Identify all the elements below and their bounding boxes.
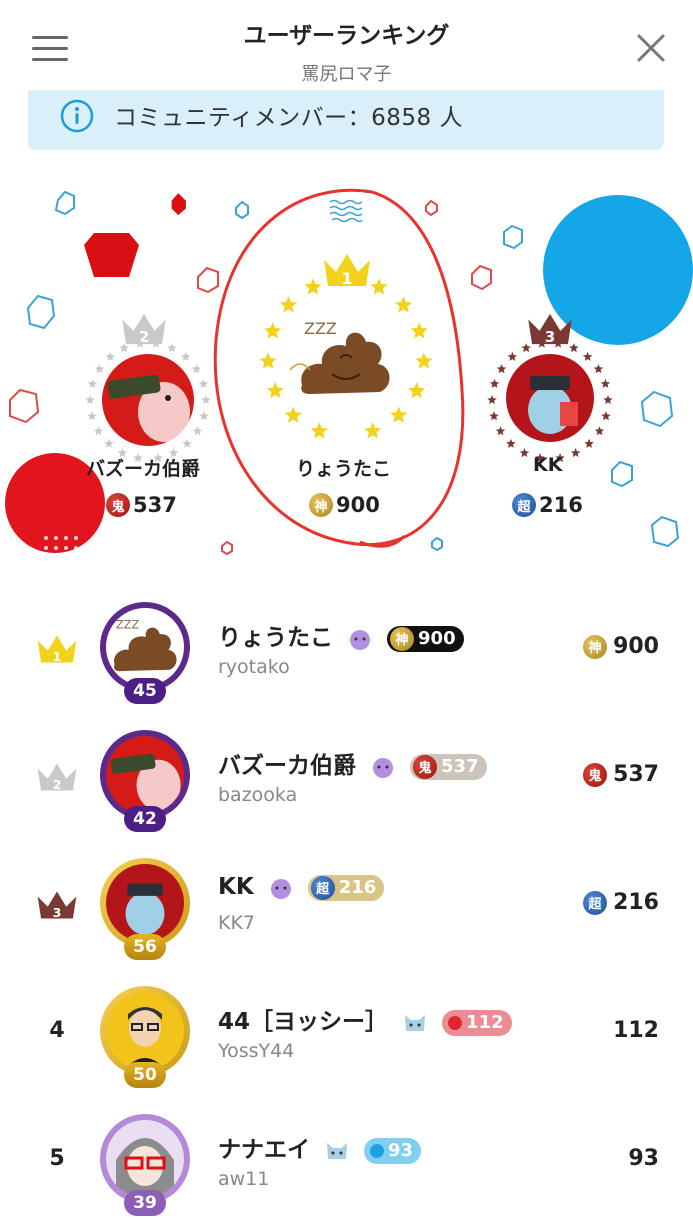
cho-coin-icon: 超 <box>512 493 536 517</box>
user-handle: aw11 <box>218 1168 270 1190</box>
close-icon[interactable] <box>633 30 669 66</box>
level-badge: 56 <box>124 934 166 960</box>
score-badge: 93 <box>364 1137 422 1164</box>
bronze-crown-icon: 3 <box>37 891 77 920</box>
score-badge-value: 93 <box>388 1140 414 1161</box>
podium-first-name: りょうたこ <box>296 458 392 480</box>
oni-coin-icon: 鬼 <box>413 754 438 779</box>
rank-number: 4 <box>49 1018 65 1043</box>
kk-avatar-icon <box>125 883 165 935</box>
gold-crown-icon: 1 <box>37 635 77 664</box>
user-name-row: ナナエイ 93 <box>218 1130 422 1164</box>
score-badge: 鬼 537 <box>410 753 487 780</box>
rank-number: 5 <box>49 1146 65 1171</box>
purple-pet-icon <box>350 629 371 650</box>
podium-third-name: KK <box>533 454 563 476</box>
svg-text:2: 2 <box>53 777 62 792</box>
oni-coin-icon: 鬼 <box>583 762 608 787</box>
silver-crown-icon: 2 <box>37 763 77 792</box>
user-name: KK <box>218 874 254 900</box>
user-handle: YossY44 <box>218 1040 295 1062</box>
podium-first-points: 900 <box>336 493 380 517</box>
user-score-value: 537 <box>613 762 659 787</box>
cat-pet-icon <box>405 1014 426 1031</box>
info-icon <box>60 99 94 133</box>
kami-coin-icon: 神 <box>309 493 333 517</box>
level-badge: 42 <box>124 806 166 832</box>
user-score: 93 <box>628 1146 659 1171</box>
user-name-row: りょうたこ 神 900 <box>218 618 464 652</box>
podium-third-score: 超 216 <box>512 493 583 517</box>
user-score-value: 93 <box>628 1146 659 1171</box>
level-badge: 39 <box>124 1190 166 1216</box>
community-member-count: コミュニティメンバー：6858 人 <box>114 105 463 131</box>
header-bar: ユーザーランキング 罵尻ロマ子 <box>0 0 693 88</box>
svg-text:ZZZ: ZZZ <box>304 319 337 338</box>
oni-coin-icon: 鬼 <box>106 493 130 517</box>
ranking-row-1[interactable]: 1 ZZZ 45 りょうたこ 神 900 ryotako 神 900 <box>0 590 693 718</box>
bazooka-avatar-icon <box>110 753 181 811</box>
ranking-row-2[interactable]: 2 42 バズーカ伯爵 鬼 537 bazooka 鬼 537 <box>0 718 693 846</box>
page-subtitle: 罵尻ロマ子 <box>301 64 392 85</box>
silver-star-wreath <box>85 338 211 463</box>
bronze-star-wreath <box>487 338 613 463</box>
user-score: 神 900 <box>583 634 659 659</box>
podium-second-score: 鬼 537 <box>106 493 177 517</box>
score-badge-value: 216 <box>338 877 377 898</box>
cat-pet-icon <box>327 1142 348 1159</box>
ranking-row-5[interactable]: 5 39 ナナエイ 93 aw11 93 <box>0 1102 693 1230</box>
score-badge-value: 900 <box>418 628 456 649</box>
kami-coin-icon: 神 <box>390 626 415 651</box>
score-badge: 神 900 <box>387 625 464 652</box>
nanaei-avatar-icon <box>116 1138 174 1198</box>
community-members-banner: コミュニティメンバー：6858 人 <box>28 90 664 150</box>
score-badge-value: 537 <box>441 756 479 777</box>
score-badge: 超 216 <box>307 874 385 901</box>
svg-text:ZZZ: ZZZ <box>116 618 140 632</box>
user-score: 超 216 <box>583 890 659 915</box>
user-handle: bazooka <box>218 784 298 806</box>
yossy-avatar-icon <box>124 1007 166 1070</box>
poop-avatar-icon: ZZZ <box>113 618 177 672</box>
podium-second-points: 537 <box>133 493 177 517</box>
ranking-row-4[interactable]: 4 50 44［ヨッシー］ 112 YossY44 112 <box>0 974 693 1102</box>
top-three-podium: 1 ZZZ りょうたこ 神 900 2 バズーカ伯爵 鬼 537 3 KK 超 … <box>0 170 693 580</box>
user-handle: KK7 <box>218 912 256 934</box>
blue-dot-icon <box>370 1143 385 1158</box>
user-score-value: 112 <box>613 1018 659 1043</box>
user-score-value: 900 <box>613 634 659 659</box>
cho-coin-icon: 超 <box>583 890 608 915</box>
user-name-row: 44［ヨッシー］ 112 <box>218 1002 512 1036</box>
svg-text:3: 3 <box>53 905 62 920</box>
score-badge: 112 <box>442 1009 512 1036</box>
level-badge: 45 <box>124 678 166 704</box>
user-name: 44［ヨッシー］ <box>218 1009 389 1035</box>
purple-pet-icon <box>270 878 291 899</box>
podium-second-name: バズーカ伯爵 <box>86 458 201 480</box>
red-dot-icon <box>448 1015 463 1030</box>
podium-third-points: 216 <box>539 493 583 517</box>
user-name: バズーカ伯爵 <box>218 753 356 779</box>
first-place-avatar: ZZZ <box>290 319 390 394</box>
user-name: りょうたこ <box>218 625 333 651</box>
user-score: 112 <box>613 1018 659 1043</box>
kami-coin-icon: 神 <box>583 634 608 659</box>
user-score: 鬼 537 <box>583 762 659 787</box>
user-name: ナナエイ <box>218 1137 310 1163</box>
level-badge: 50 <box>124 1062 166 1088</box>
user-score-value: 216 <box>613 890 659 915</box>
score-badge-value: 112 <box>466 1012 504 1033</box>
cho-coin-icon: 超 <box>310 875 335 900</box>
user-name-row: KK 超 216 <box>218 874 385 901</box>
ranking-row-3[interactable]: 3 56 KK 超 216 KK7 超 216 <box>0 846 693 974</box>
podium-first-score: 神 900 <box>309 493 380 517</box>
page-title: ユーザーランキング <box>243 23 450 49</box>
purple-pet-icon <box>373 757 394 778</box>
svg-text:1: 1 <box>53 649 62 664</box>
user-handle: ryotako <box>218 656 290 678</box>
user-name-row: バズーカ伯爵 鬼 537 <box>218 746 487 780</box>
